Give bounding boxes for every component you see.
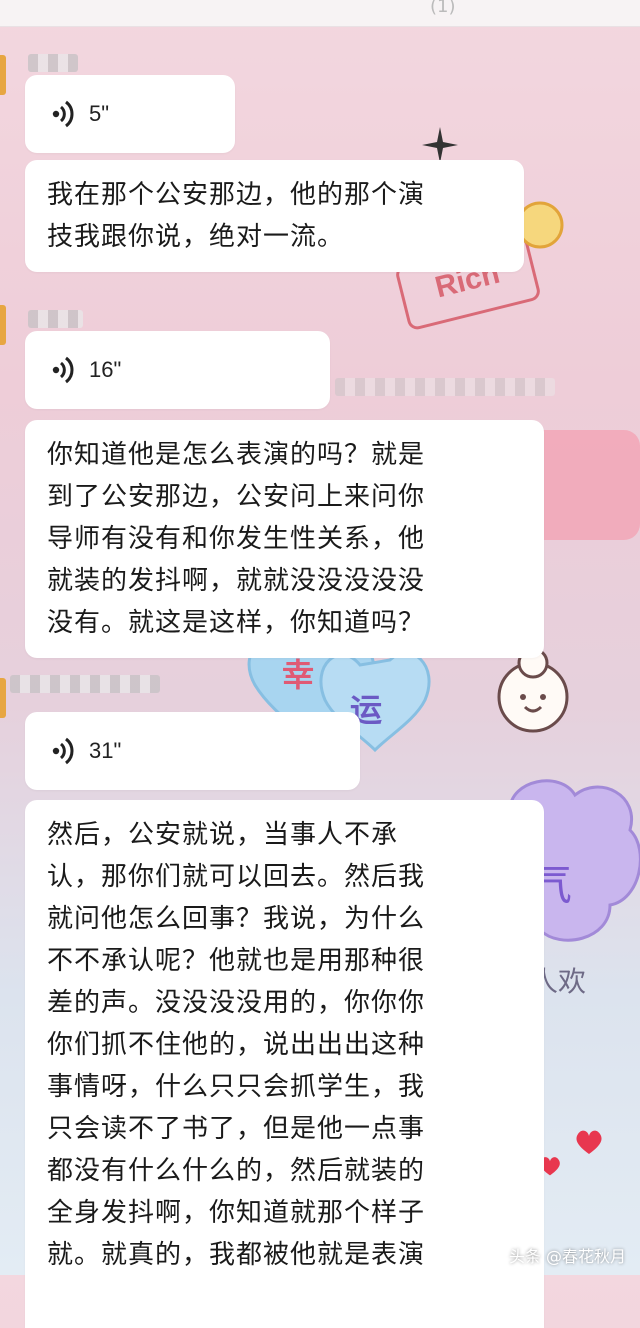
message-line: 然后，公安就说，当事人不承 bbox=[47, 820, 399, 850]
message-line: 到了公安那边，公安问上来问你 bbox=[47, 482, 426, 512]
bun-sticker bbox=[497, 647, 569, 733]
red-heart-icon bbox=[576, 1130, 602, 1154]
chat-title: (1) bbox=[430, 0, 456, 17]
watermark: 头条 @春花秋月 bbox=[508, 1247, 626, 1266]
message-line: 全身发抖啊，你知道就那个样子 bbox=[47, 1198, 426, 1228]
avatar[interactable] bbox=[0, 305, 6, 345]
voice-duration: 16" bbox=[89, 357, 122, 382]
voice-message[interactable]: 31" bbox=[25, 712, 360, 790]
text-message[interactable]: 我在那个公安那边，他的那个演 技我跟你说，绝对一流。 bbox=[25, 160, 524, 272]
message-line: 你们抓不住他的，说出出出这种 bbox=[47, 1030, 426, 1060]
voice-wave-icon bbox=[52, 737, 74, 765]
top-bar: (1) bbox=[0, 0, 640, 27]
message-line: 就。就真的，我都被他就是表演 bbox=[47, 1240, 426, 1270]
text-message[interactable]: 然后，公安就说，当事人不承 认，那你们就可以回去。然后我 就问他怎么回事？我说，… bbox=[25, 800, 544, 1328]
message-line: 差的声。没没没没用的，你你你 bbox=[47, 988, 426, 1018]
message-line: 不不承认呢？他就也是用那种很 bbox=[47, 946, 426, 976]
sender-name-blurred bbox=[28, 54, 78, 72]
text-message[interactable]: 你知道他是怎么表演的吗？就是 到了公安那边，公安问上来问你 导师有没有和你发生性… bbox=[25, 420, 544, 658]
avatar[interactable] bbox=[0, 55, 6, 95]
message-line: 你知道他是怎么表演的吗？就是 bbox=[47, 440, 426, 470]
voice-duration: 5" bbox=[89, 101, 110, 126]
message-line: 只会读不了书了，但是他一点事 bbox=[47, 1114, 426, 1144]
voice-wave-icon bbox=[52, 356, 74, 384]
message-line: 认，那你们就可以回去。然后我 bbox=[47, 862, 426, 892]
wallpaper-text-blurred bbox=[335, 378, 555, 396]
sparkle-icon bbox=[422, 127, 458, 163]
voice-message[interactable]: 16" bbox=[25, 331, 330, 409]
voice-message[interactable]: 5" bbox=[25, 75, 235, 153]
message-line: 事情呀，什么只只会抓学生，我 bbox=[47, 1072, 426, 1102]
avatar[interactable] bbox=[0, 678, 6, 718]
message-line: 都没有什么什么的，然后就装的 bbox=[47, 1156, 426, 1186]
message-line: 导师有没有和你发生性关系，他 bbox=[47, 524, 426, 554]
sender-name-blurred bbox=[10, 675, 160, 693]
voice-wave-icon bbox=[52, 100, 74, 128]
voice-duration: 31" bbox=[89, 738, 122, 763]
sender-name-blurred bbox=[28, 310, 83, 328]
message-line: 技我跟你说，绝对一流。 bbox=[47, 222, 345, 252]
message-line: 就问他怎么回事？我说，为什么 bbox=[47, 904, 426, 934]
message-line: 我在那个公安那边，他的那个演 bbox=[47, 180, 426, 210]
message-line: 没有。就这是这样，你知道吗？ bbox=[47, 608, 426, 638]
message-line: 就装的发抖啊，就就没没没没没 bbox=[47, 566, 426, 596]
